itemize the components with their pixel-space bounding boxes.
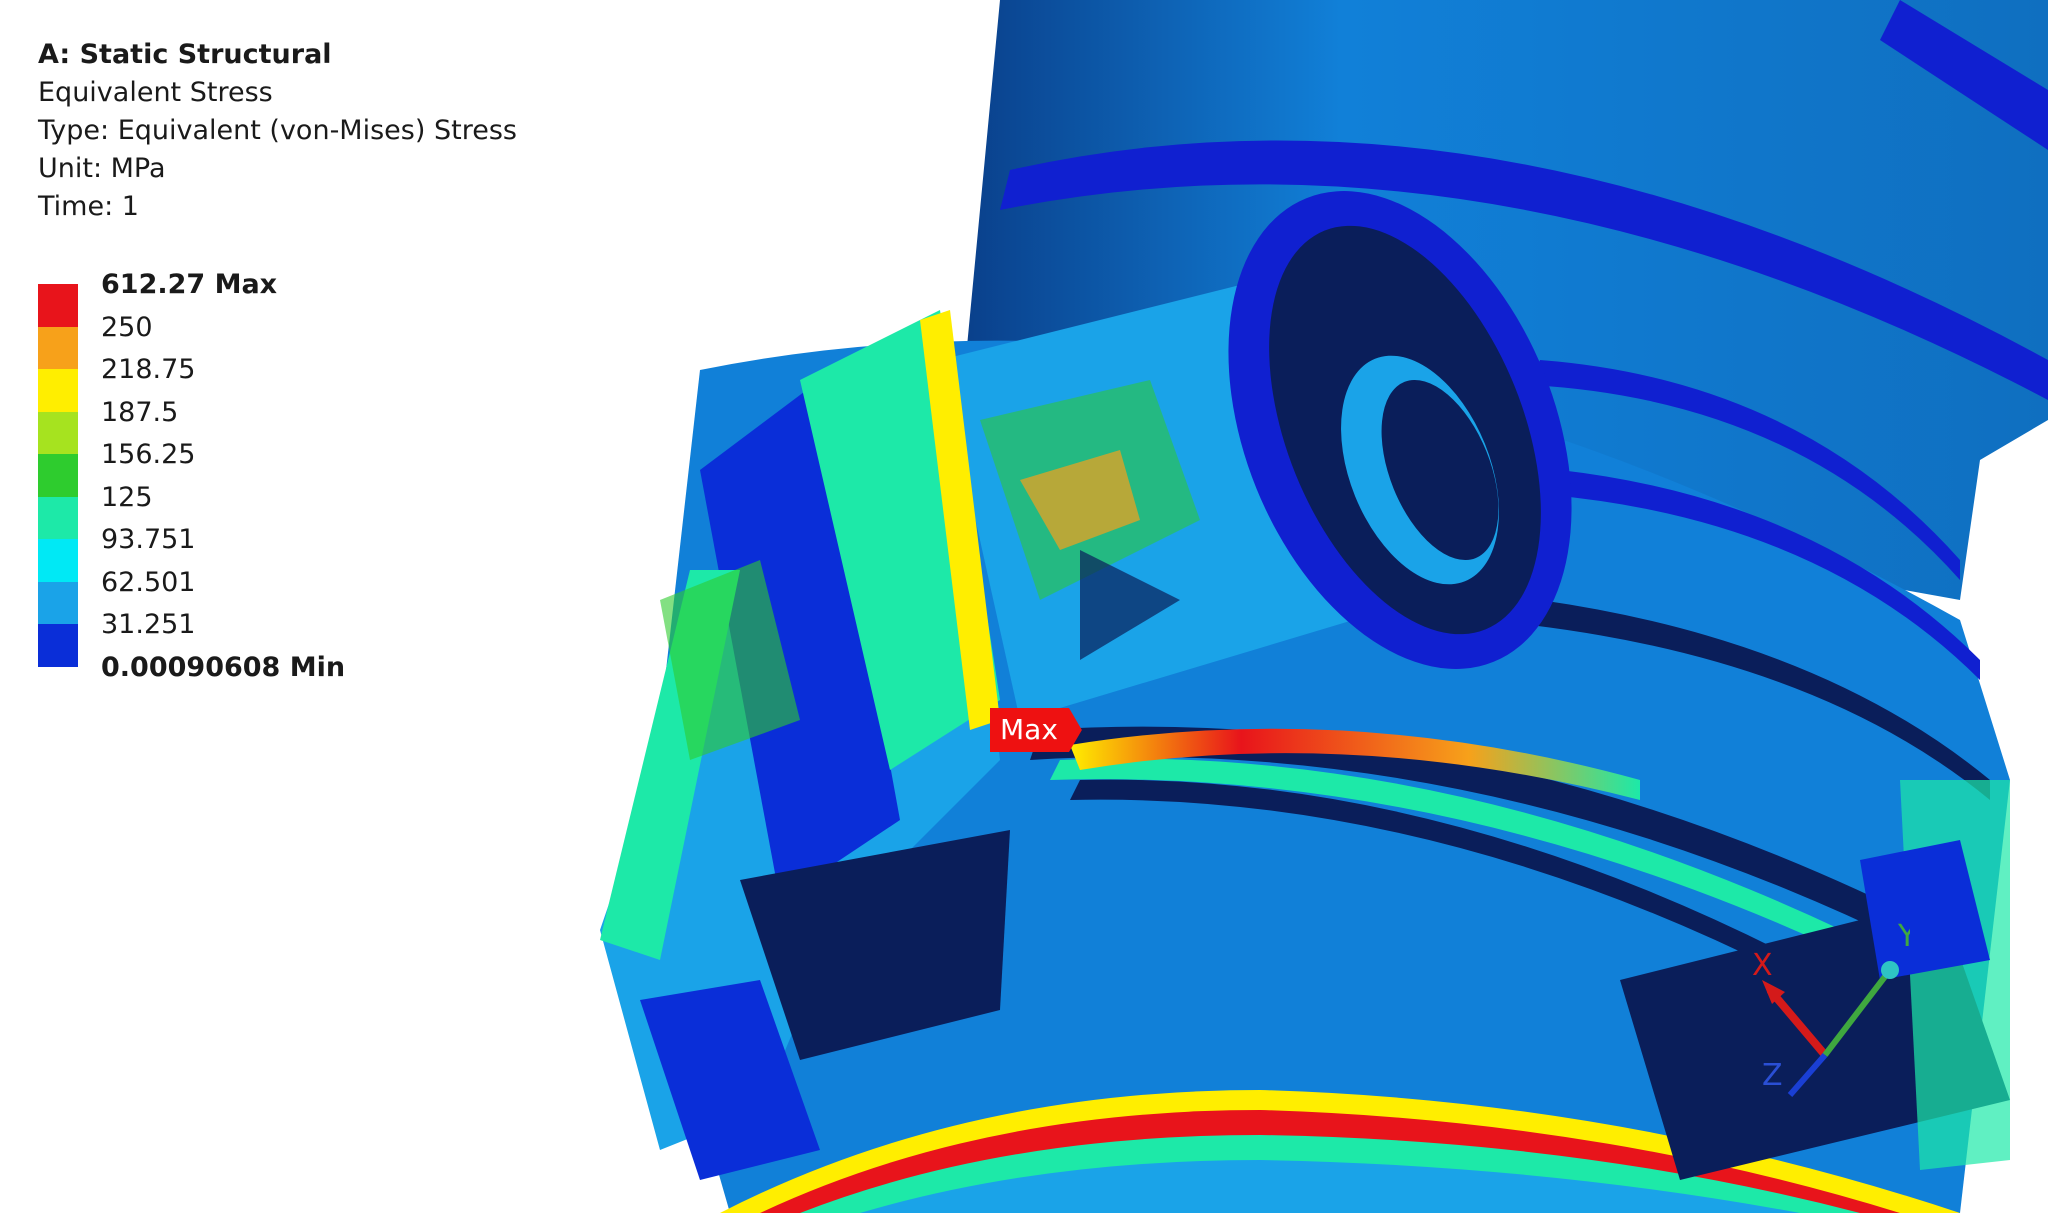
- max-probe-text: Max: [990, 708, 1082, 752]
- result-time: Time: 1: [38, 191, 139, 222]
- legend-max-label: 612.27 Max: [101, 269, 278, 300]
- coordinate-triad[interactable]: X Y Z: [1730, 919, 1917, 1110]
- triad-x-label: X: [1752, 948, 1773, 983]
- color-band-6: [38, 496, 78, 539]
- color-scale: 612.27 Max 250 218.75 187.5 156.25 125 9…: [38, 270, 345, 683]
- result-legend[interactable]: A: Static Structural Equivalent Stress T…: [38, 36, 517, 683]
- result-unit: Unit: MPa: [38, 153, 166, 184]
- color-band-3: [38, 369, 78, 412]
- color-band-2: [38, 326, 78, 369]
- max-probe-label[interactable]: Max: [990, 708, 1082, 752]
- analysis-system-title: A: Static Structural: [38, 39, 332, 70]
- legend-level: 187.5: [101, 397, 179, 428]
- triad-y-label: Y: [1897, 920, 1910, 954]
- legend-level: 93.751: [101, 524, 196, 555]
- color-band-5: [38, 454, 78, 497]
- triad-axes-icon: X Y Z: [1752, 919, 1917, 1097]
- color-band-8: [38, 581, 78, 624]
- legend-level: 31.251: [101, 609, 196, 640]
- legend-level: 62.501: [101, 567, 196, 598]
- result-type: Type: Equivalent (von-Mises) Stress: [38, 115, 517, 146]
- color-band-4: [38, 411, 78, 454]
- legend-level: 125: [101, 482, 153, 513]
- legend-min-label: 0.00090608 Min: [101, 652, 346, 683]
- legend-level: 250: [101, 312, 153, 343]
- triad-z-label: Z: [1762, 1058, 1783, 1093]
- legend-level: 218.75: [101, 354, 196, 385]
- color-band-9: [38, 624, 78, 667]
- color-band-7: [38, 539, 78, 582]
- legend-level: 156.25: [101, 439, 196, 470]
- result-name: Equivalent Stress: [38, 77, 273, 108]
- color-band-1: [38, 284, 78, 327]
